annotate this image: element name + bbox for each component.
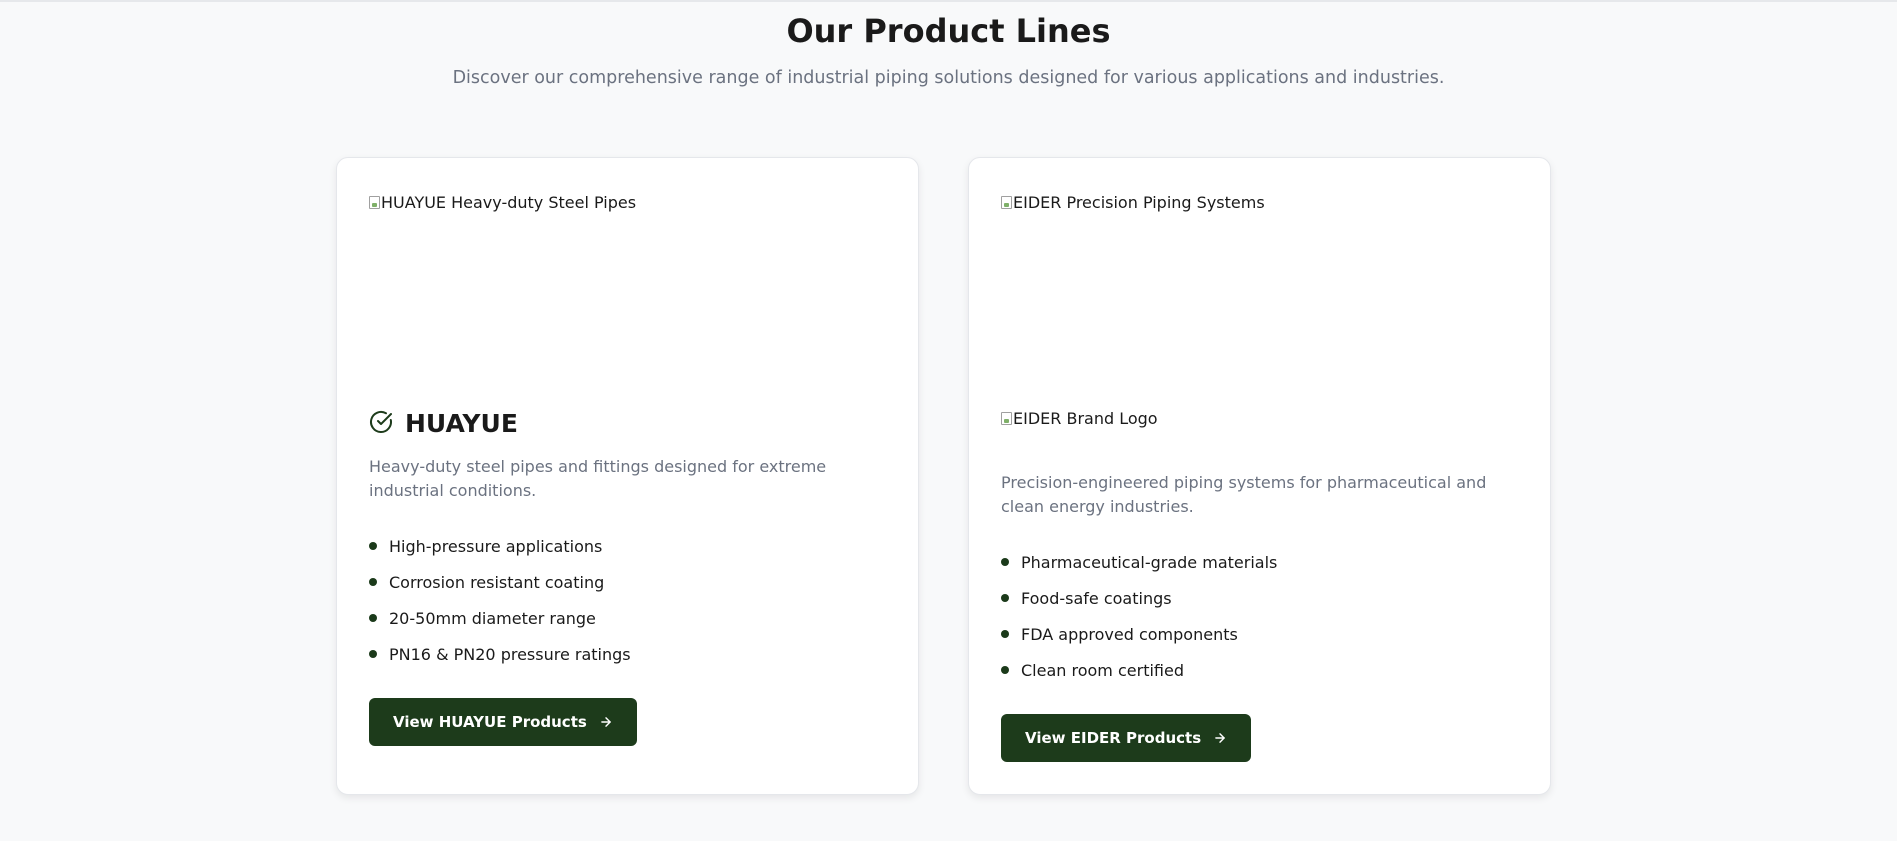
feature-item: 20-50mm diameter range bbox=[369, 600, 631, 636]
bullet-icon bbox=[369, 650, 377, 658]
broken-image-icon bbox=[369, 196, 380, 209]
product-card-huayue: HUAYUE Heavy-duty Steel Pipes HUAYUE Hea… bbox=[336, 157, 919, 795]
product-image-alt-text: EIDER Precision Piping Systems bbox=[1013, 193, 1265, 212]
product-image-eider: EIDER Precision Piping Systems bbox=[1001, 193, 1265, 212]
bullet-icon bbox=[369, 614, 377, 622]
feature-list: High-pressure applications Corrosion res… bbox=[369, 528, 631, 672]
brand-logo-eider: EIDER Brand Logo bbox=[1001, 409, 1158, 428]
feature-item: Food-safe coatings bbox=[1001, 580, 1277, 616]
product-description: Heavy-duty steel pipes and fittings desi… bbox=[369, 457, 827, 500]
section-subtitle: Discover our comprehensive range of indu… bbox=[452, 68, 1445, 88]
feature-item: Clean room certified bbox=[1001, 652, 1277, 688]
feature-list: Pharmaceutical-grade materials Food-safe… bbox=[1001, 544, 1277, 688]
broken-image-icon bbox=[1001, 196, 1012, 209]
brand-heading: HUAYUE bbox=[369, 409, 518, 438]
bullet-icon bbox=[1001, 630, 1009, 638]
view-huayue-products-button[interactable]: View HUAYUE Products bbox=[369, 698, 637, 746]
feature-item: High-pressure applications bbox=[369, 528, 631, 564]
brand-name: HUAYUE bbox=[405, 409, 518, 438]
product-card-eider: EIDER Precision Piping Systems EIDER Bra… bbox=[968, 157, 1551, 795]
arrow-right-icon bbox=[599, 715, 613, 729]
bullet-icon bbox=[1001, 666, 1009, 674]
section-title: Our Product Lines bbox=[786, 12, 1111, 50]
product-lines-section: Our Product Lines Discover our comprehen… bbox=[0, 0, 1897, 841]
feature-item: Corrosion resistant coating bbox=[369, 564, 631, 600]
bullet-icon bbox=[1001, 594, 1009, 602]
bullet-icon bbox=[369, 542, 377, 550]
bullet-icon bbox=[1001, 558, 1009, 566]
arrow-right-icon bbox=[1213, 731, 1227, 745]
product-image-alt-text: HUAYUE Heavy-duty Steel Pipes bbox=[381, 193, 637, 212]
bullet-icon bbox=[369, 578, 377, 586]
button-label: View EIDER Products bbox=[1025, 729, 1202, 747]
feature-item: Pharmaceutical-grade materials bbox=[1001, 544, 1277, 580]
feature-item: FDA approved components bbox=[1001, 616, 1277, 652]
feature-item: PN16 & PN20 pressure ratings bbox=[369, 636, 631, 672]
view-eider-products-button[interactable]: View EIDER Products bbox=[1001, 714, 1252, 762]
brand-logo-alt-text: EIDER Brand Logo bbox=[1013, 409, 1158, 428]
broken-image-icon bbox=[1001, 412, 1012, 425]
check-circle-icon bbox=[369, 410, 393, 438]
product-description: Precision-engineered piping systems for … bbox=[1001, 473, 1487, 516]
button-label: View HUAYUE Products bbox=[393, 713, 587, 731]
product-image-huayue: HUAYUE Heavy-duty Steel Pipes bbox=[369, 193, 636, 212]
